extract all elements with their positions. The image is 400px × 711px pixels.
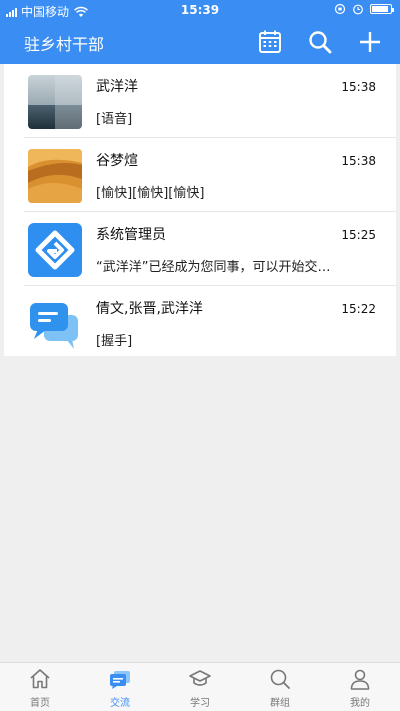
timestamp: 15:38 bbox=[341, 80, 376, 94]
g-logo-icon bbox=[28, 223, 82, 277]
avatar bbox=[28, 75, 82, 129]
battery-fill bbox=[372, 6, 389, 12]
timestamp: 15:25 bbox=[341, 228, 376, 242]
tab-label: 交流 bbox=[110, 698, 130, 709]
add-icon[interactable] bbox=[356, 28, 384, 56]
chat-icon bbox=[110, 671, 130, 689]
contact-name: 武洋洋 bbox=[96, 79, 138, 95]
tab-groups[interactable]: 群组 bbox=[240, 663, 320, 711]
search-icon bbox=[270, 669, 290, 689]
nav-bar: 驻乡村干部 bbox=[0, 20, 400, 64]
conversation-list: 武洋洋 15:38 [语音] 谷梦煊 15:38 [愉快][愉快][愉快] 系统… bbox=[4, 64, 396, 356]
landscape-photo bbox=[28, 75, 82, 129]
contact-name: 倩文,张晋,武洋洋 bbox=[96, 301, 203, 317]
tab-label: 群组 bbox=[270, 698, 290, 709]
tab-study[interactable]: 学习 bbox=[160, 663, 240, 711]
contact-name: 系统管理员 bbox=[96, 227, 166, 243]
tab-label: 我的 bbox=[350, 698, 370, 709]
alarm-icon bbox=[353, 4, 363, 15]
tab-label: 首页 bbox=[30, 698, 50, 709]
conversation-item[interactable]: 武洋洋 15:38 [语音] bbox=[24, 64, 396, 138]
tab-chat[interactable]: 交流 bbox=[80, 663, 160, 711]
home-icon bbox=[30, 669, 50, 689]
avatar bbox=[28, 223, 82, 277]
page-title: 驻乡村干部 bbox=[24, 35, 105, 54]
tab-label: 学习 bbox=[190, 698, 210, 709]
contact-name: 谷梦煊 bbox=[96, 153, 138, 169]
tab-me[interactable]: 我的 bbox=[320, 663, 400, 711]
status-icons bbox=[334, 3, 394, 15]
message-preview: [握手] bbox=[96, 334, 133, 349]
message-preview: [愉快][愉快][愉快] bbox=[96, 186, 205, 201]
tab-bar: 首页 交流 学习 群组 我的 bbox=[0, 662, 400, 711]
calendar-icon[interactable] bbox=[256, 28, 284, 56]
tab-home[interactable]: 首页 bbox=[0, 663, 80, 711]
conversation-item[interactable]: 谷梦煊 15:38 [愉快][愉快][愉快] bbox=[24, 138, 396, 212]
person-icon bbox=[350, 669, 370, 690]
timestamp: 15:38 bbox=[341, 154, 376, 168]
search-icon[interactable] bbox=[306, 28, 334, 56]
status-bar: 中国移动 15:39 bbox=[0, 0, 400, 20]
conversation-item[interactable]: 倩文,张晋,武洋洋 15:22 [握手] bbox=[24, 286, 396, 356]
timestamp: 15:22 bbox=[341, 302, 376, 316]
battery-icon bbox=[370, 4, 394, 14]
mortarboard-icon bbox=[189, 670, 211, 686]
message-preview: “武洋洋”已经成为您同事，可以开始交… bbox=[96, 260, 331, 275]
desert-photo bbox=[28, 149, 82, 203]
orientation-lock-icon bbox=[334, 3, 346, 15]
avatar bbox=[28, 149, 82, 203]
avatar bbox=[28, 297, 82, 351]
group-chat-icon bbox=[30, 303, 78, 349]
conversation-item[interactable]: 系统管理员 15:25 “武洋洋”已经成为您同事，可以开始交… bbox=[24, 212, 396, 286]
message-preview: [语音] bbox=[96, 112, 133, 127]
